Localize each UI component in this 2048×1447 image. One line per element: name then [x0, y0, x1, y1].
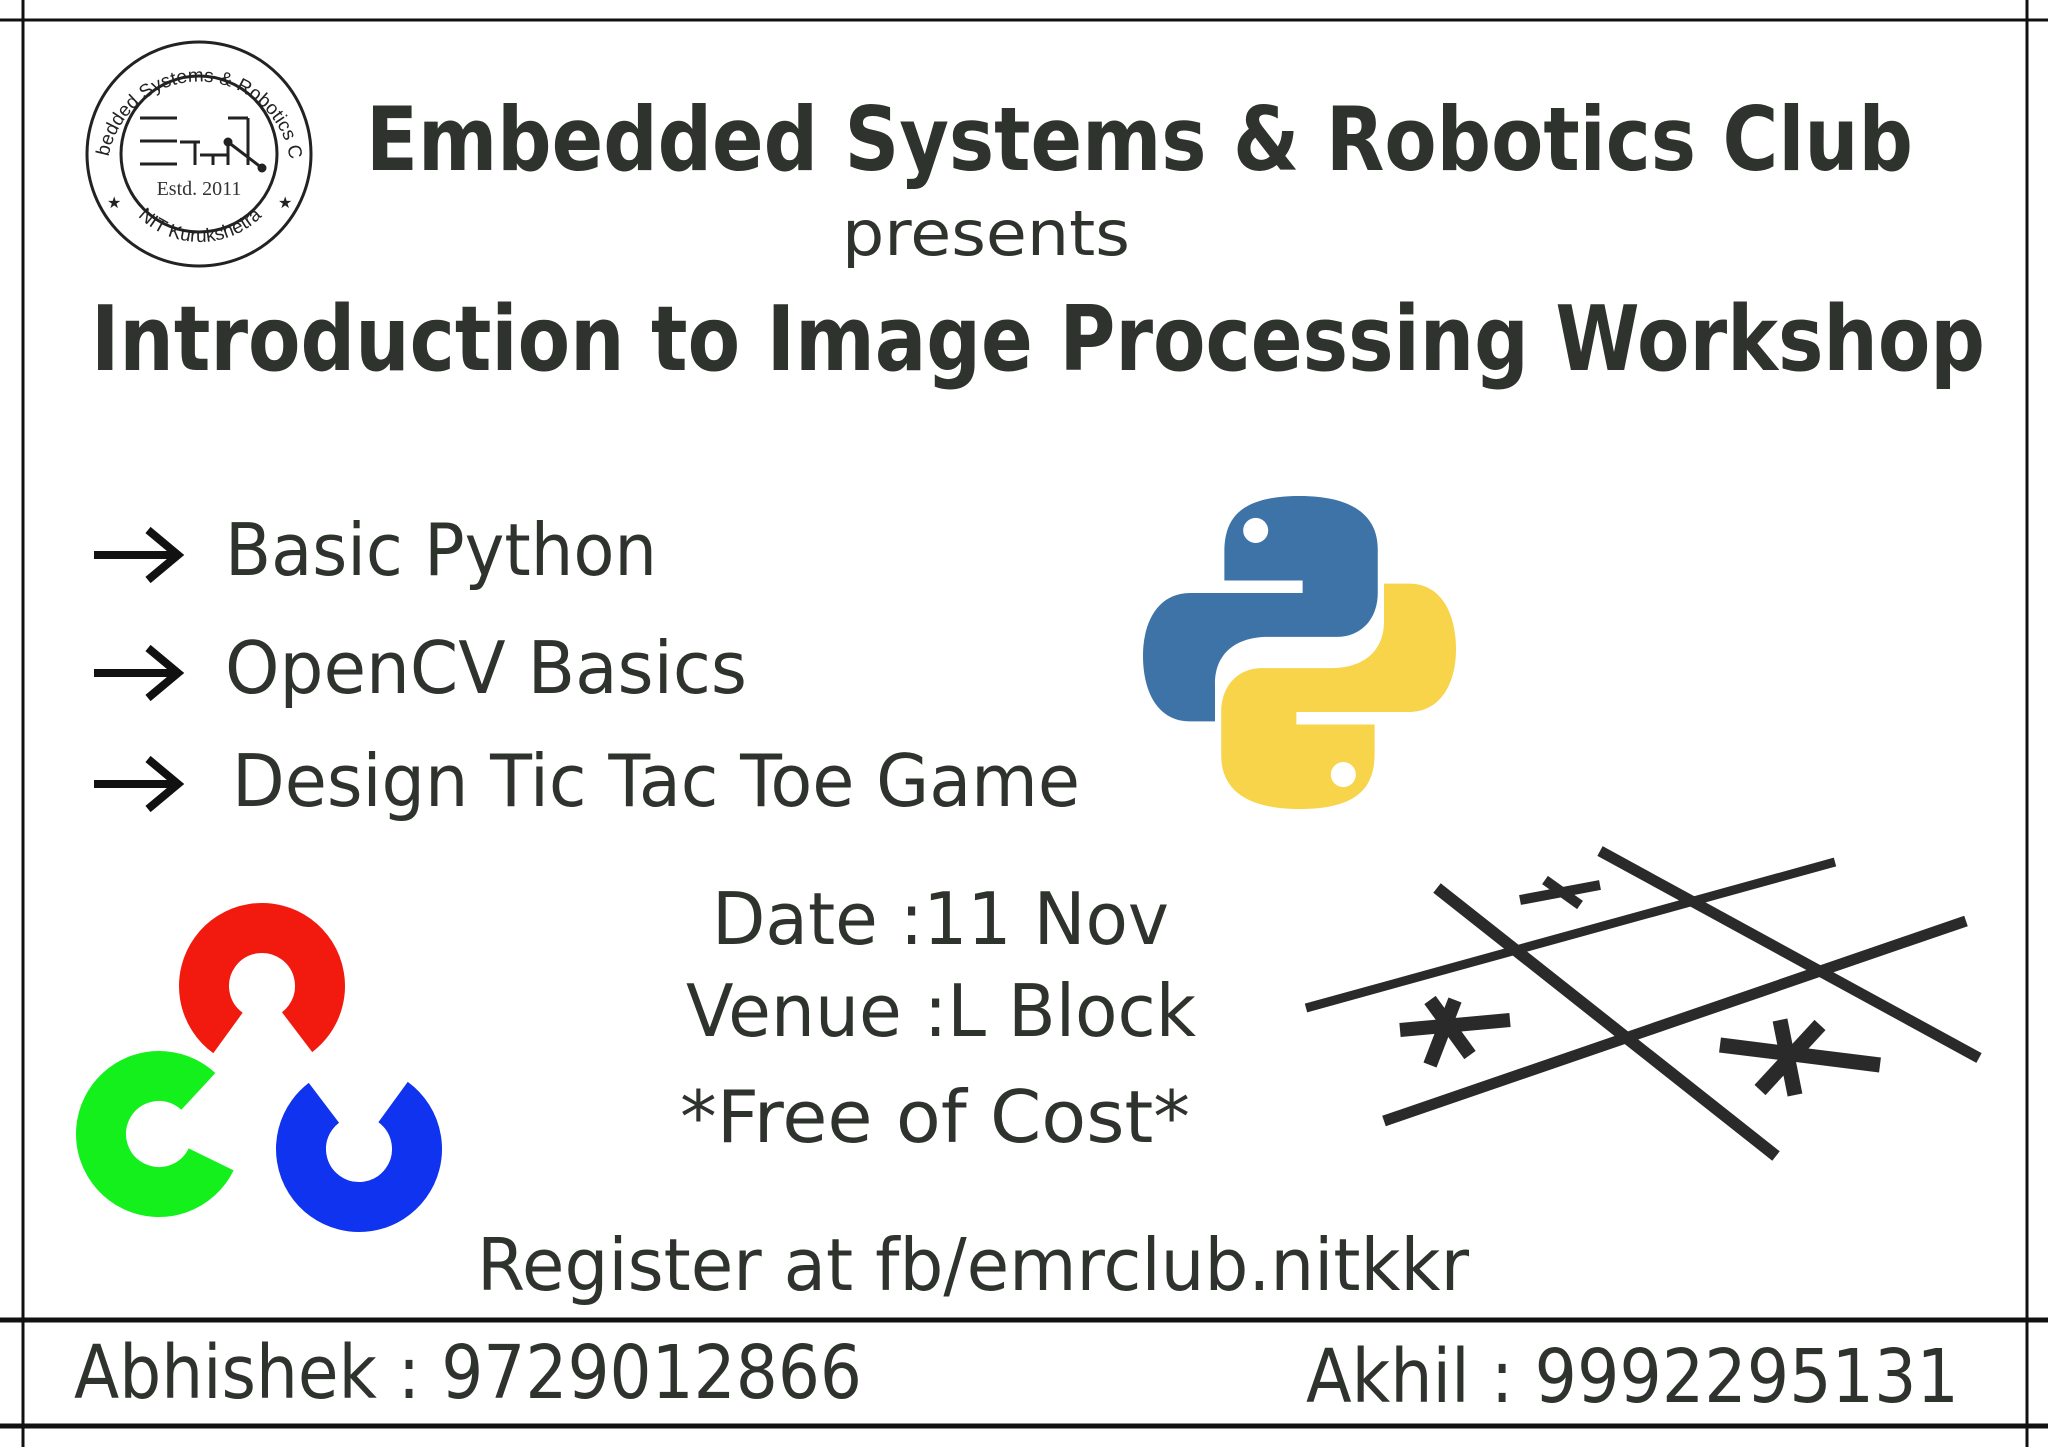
star-icon: ★: [107, 195, 121, 212]
arrow-right-icon: [94, 644, 185, 702]
logo-ring-text-top: Embedded Systems & Robotics Club: [0, 0, 306, 161]
logo-ring-text-bottom: NIT Kurukshetra: [134, 204, 266, 247]
poster: Embedded Systems & Robotics Club NIT Kur…: [0, 0, 2048, 1447]
logo-established: Estd. 2011: [157, 178, 242, 200]
star-icon: ★: [278, 195, 292, 212]
x-mark-icon: [1719, 1018, 1881, 1097]
contact-abhishek: Abhishek : 9729012866: [74, 1330, 862, 1416]
event-venue: Venue :L Block: [686, 969, 1196, 1053]
x-mark-icon: [1399, 995, 1511, 1068]
topic-label: Basic Python: [225, 508, 657, 592]
register-link[interactable]: Register at fb/emrclub.nitkkr: [477, 1223, 1469, 1307]
arrow-right-icon: [94, 526, 185, 584]
opencv-logo-icon: [75, 903, 442, 1232]
arrow-right-icon: [94, 755, 185, 813]
python-logo-icon: [1143, 496, 1456, 809]
topic-list: Basic Python OpenCV Basics Design Tic Ta…: [94, 508, 1080, 823]
club-name: Embedded Systems & Robotics Club: [366, 88, 1913, 191]
event-cost: *Free of Cost*: [680, 1075, 1190, 1159]
topic-label: Design Tic Tac Toe Game: [232, 739, 1080, 823]
tic-tac-toe-board-icon: [1304, 846, 1982, 1161]
club-logo: Embedded Systems & Robotics Club NIT Kur…: [0, 0, 313, 268]
event-title: Introduction to Image Processing Worksho…: [91, 287, 1985, 392]
emr-monogram-icon: [140, 116, 267, 173]
topic-item: OpenCV Basics: [94, 626, 747, 710]
topic-item: Basic Python: [94, 508, 657, 592]
x-mark-icon: [1519, 875, 1601, 910]
topic-label: OpenCV Basics: [225, 626, 747, 710]
topic-item: Design Tic Tac Toe Game: [94, 739, 1080, 823]
contact-akhil: Akhil : 9992295131: [1306, 1334, 1959, 1420]
presents-text: presents: [842, 197, 1130, 270]
event-date: Date :11 Nov: [712, 877, 1169, 961]
